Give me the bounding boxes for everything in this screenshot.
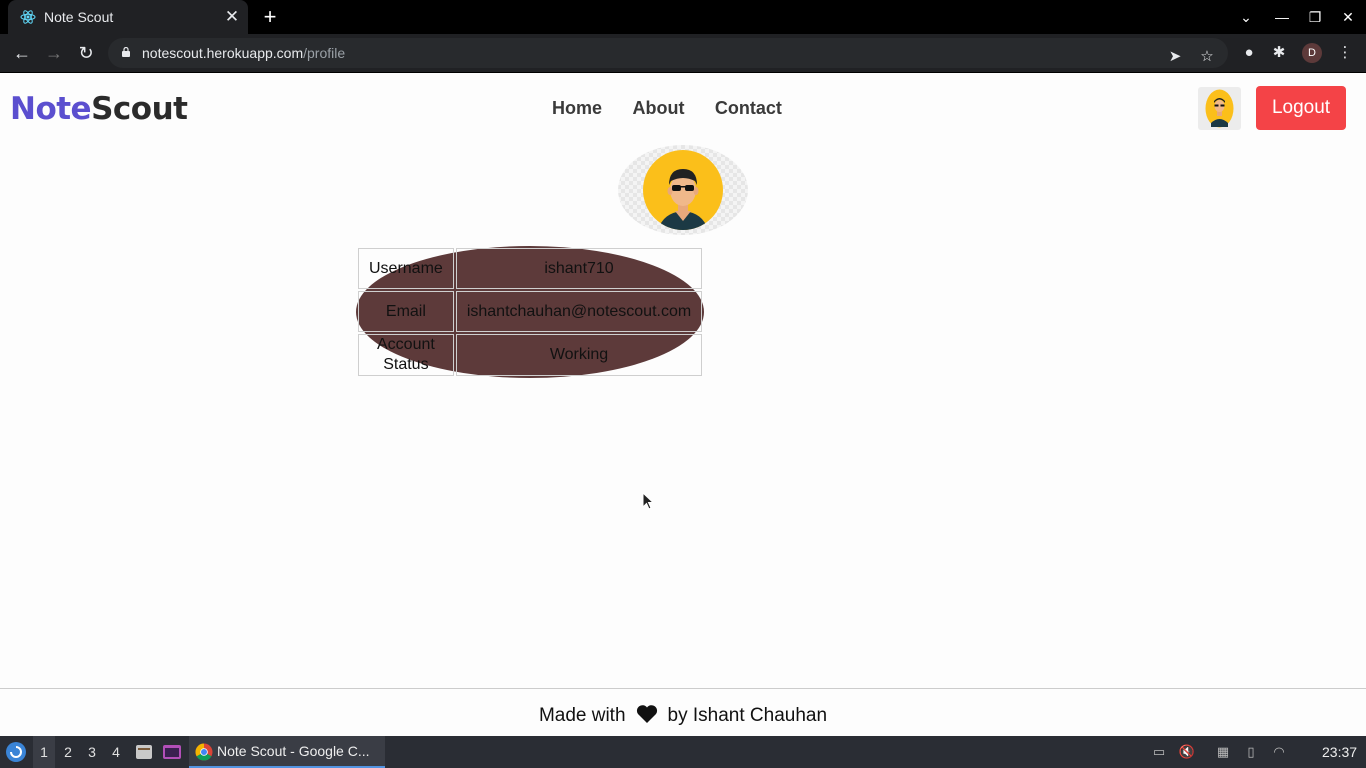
puzzle-icon[interactable]: ✱ — [1268, 42, 1290, 64]
footer-text: Made with by Ishant Chauhan — [538, 705, 828, 726]
table-row: Account Status Working — [358, 334, 703, 376]
workspace-4[interactable]: 4 — [105, 736, 127, 768]
screenshot-icon[interactable]: ▦ — [1214, 743, 1232, 761]
user-avatar-icon — [1205, 89, 1234, 128]
page: NoteScout Home About Contact Logout User… — [0, 73, 1366, 737]
tab-title: Note Scout — [44, 9, 114, 25]
clipboard-icon[interactable]: ▯ — [1242, 743, 1260, 761]
tab-search-icon[interactable]: ⌄ — [1236, 8, 1256, 26]
nav-about[interactable]: About — [632, 98, 684, 119]
bookmark-star-icon[interactable]: ☆ — [1196, 46, 1218, 68]
heart-icon — [636, 705, 657, 723]
react-icon — [20, 10, 36, 24]
workspace-1[interactable]: 1 — [33, 736, 55, 768]
drive-icon[interactable]: ▭ — [1150, 743, 1168, 761]
address-bar[interactable]: notescout.herokuapp.com/profile ➤ ☆ — [108, 38, 1228, 68]
logout-button[interactable]: Logout — [1256, 86, 1346, 130]
browser-tab[interactable]: Note Scout ✕ — [8, 0, 248, 34]
terminal-icon[interactable] — [162, 742, 182, 762]
file-manager-icon[interactable] — [134, 742, 154, 762]
email-label: Email — [358, 291, 454, 332]
profile-avatar[interactable]: D — [1302, 43, 1322, 63]
close-tab-icon[interactable]: ✕ — [222, 7, 242, 27]
clock: 23:37 — [1322, 744, 1358, 760]
profile-avatar-image — [618, 145, 748, 235]
table-row: Username ishant710 — [358, 248, 703, 289]
taskbar: 1 2 3 4 Note Scout - Google C... ▭ 🔇 ▦ ▯… — [0, 736, 1366, 768]
nav-contact[interactable]: Contact — [715, 98, 782, 119]
start-menu-icon[interactable] — [5, 741, 27, 763]
account-status-label: Account Status — [358, 334, 454, 376]
back-icon[interactable]: ← — [10, 41, 34, 65]
extension-icon[interactable]: ● — [1238, 42, 1260, 64]
taskbar-window-title: Note Scout - Google C... — [217, 743, 370, 759]
workspace-3[interactable]: 3 — [81, 736, 103, 768]
email-value: ishantchauhan@notescout.com — [455, 291, 703, 332]
chrome-icon — [195, 743, 213, 761]
profile-table: Username ishant710 Email ishantchauhan@n… — [356, 246, 705, 378]
reload-icon[interactable]: ↻ — [74, 41, 98, 65]
new-tab-icon[interactable]: + — [258, 6, 282, 30]
lock-icon — [122, 47, 130, 57]
wifi-icon[interactable]: ◠ — [1270, 743, 1288, 761]
browser-toolbar: ← → ↻ notescout.herokuapp.com/profile ➤ … — [0, 34, 1366, 73]
brand-logo[interactable]: NoteScout — [10, 91, 188, 127]
volume-muted-icon[interactable]: 🔇 — [1178, 743, 1196, 761]
mouse-cursor-icon — [642, 492, 654, 510]
forward-icon[interactable]: → — [42, 41, 66, 65]
main-nav: Home About Contact — [552, 98, 808, 119]
minimize-icon[interactable]: — — [1272, 8, 1292, 26]
workspace-2[interactable]: 2 — [57, 736, 79, 768]
tab-strip: Note Scout ✕ + ⌄ — ❐ ✕ — [0, 0, 1366, 34]
restore-icon[interactable]: ❐ — [1305, 8, 1325, 26]
username-label: Username — [358, 248, 454, 289]
close-window-icon[interactable]: ✕ — [1338, 8, 1358, 26]
user-avatar[interactable] — [1198, 87, 1241, 130]
footer: Made with by Ishant Chauhan — [0, 688, 1366, 737]
menu-icon[interactable]: ⋮ — [1334, 42, 1356, 64]
nav-home[interactable]: Home — [552, 98, 602, 119]
account-status-value: Working — [455, 334, 703, 376]
table-row: Email ishantchauhan@notescout.com — [358, 291, 703, 332]
taskbar-chrome-window[interactable]: Note Scout - Google C... — [189, 736, 385, 768]
username-value: ishant710 — [455, 248, 703, 289]
send-icon[interactable]: ➤ — [1164, 46, 1186, 68]
url-text: notescout.herokuapp.com/profile — [142, 45, 346, 61]
